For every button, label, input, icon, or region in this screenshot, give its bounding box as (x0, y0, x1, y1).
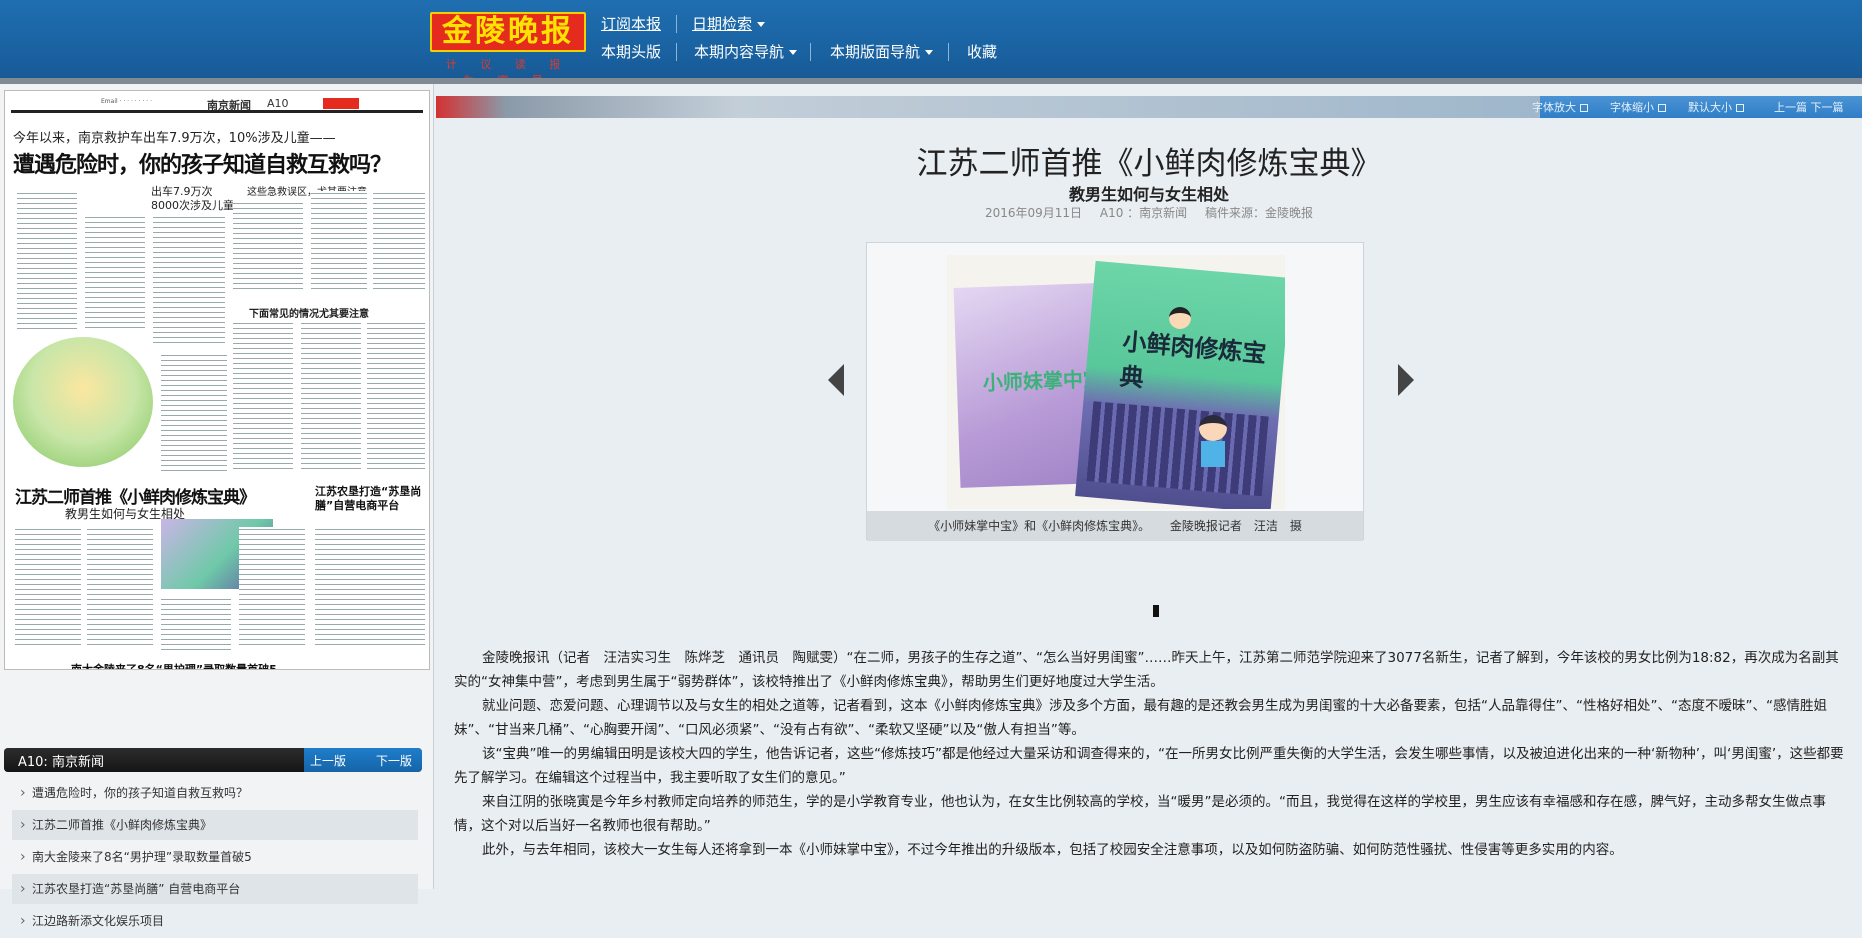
thumb-masthead-fineprint: Email · · · · · · · · · (101, 98, 152, 105)
thumb-column (233, 321, 293, 471)
thumb-subhead: 8000次涉及儿童 (151, 199, 234, 212)
logo-text: 金陵晚报 (430, 12, 586, 52)
font-smaller-button[interactable]: 字体缩小 (1610, 99, 1666, 115)
list-item[interactable]: 江苏二师首推《小鲜肉修炼宝典》 (12, 810, 418, 840)
article-paragraph: 此外，与去年相同，该校大一女生每人还将拿到一本《小师妹掌中宝》，不过今年推出的升… (482, 842, 1623, 858)
thumb-illustration (13, 337, 153, 467)
chevron-down-icon (925, 50, 934, 55)
nav-separator (676, 43, 677, 61)
article-paragraph: 金陵晚报讯（记者 汪洁实习生 陈烨芝 通讯员 陶赋雯）“在二师，男孩子的生存之道… (454, 650, 1839, 690)
article-body: 金陵晚报讯（记者 汪洁实习生 陈烨芝 通讯员 陶赋雯）“在二师，男孩子的生存之道… (454, 646, 1850, 862)
site-header: 金陵晚报 计 议 读 报 为 客 导 订阅本报 日期检索 本期头版 本期内容导航… (0, 0, 1862, 87)
thumb-logo (323, 98, 359, 109)
thumb-column (153, 215, 225, 345)
nav-separator (810, 43, 811, 61)
nav-date-search[interactable]: 日期检索 (692, 13, 766, 34)
cartoon-head (1169, 307, 1191, 329)
thumb-column (161, 353, 227, 473)
thumb-column (17, 191, 77, 331)
thumb-column (315, 527, 425, 647)
cartoon-boy (1195, 415, 1231, 469)
book-2-building (1086, 401, 1269, 497)
site-logo[interactable]: 金陵晚报 计 议 读 报 为 客 导 (430, 12, 586, 87)
article-source: 稿件来源：金陵晚报 (1205, 206, 1314, 220)
article-toolbar: 字体放大 字体缩小 默认大小 上一篇 下一篇 (436, 96, 1862, 118)
thumb-column (311, 191, 367, 291)
thumb-subhead: 下面常见的情况尤其要注意 (249, 309, 369, 320)
current-page-label: A10: 南京新闻 (18, 755, 104, 770)
nav-subscribe[interactable]: 订阅本报 (601, 13, 661, 34)
article-paragraph: 来自江阴的张晓寅是今年乡村教师定向培养的师范生，学的是小学教育专业，他也认为，在… (454, 794, 1826, 834)
thumb-headline: 遭遇危险时，你的孩子知道自救互救吗？ (13, 152, 392, 178)
article-paragraph: 就业问题、恋爱问题、心理调节以及与女生的相处之道等，记者看到，这本《小鲜肉修炼宝… (454, 698, 1827, 738)
chevron-down-icon (789, 50, 798, 55)
caption-credit: 金陵晚报记者 汪洁 摄 (1169, 519, 1302, 533)
reset-icon (1736, 104, 1744, 112)
thumb-column (367, 321, 425, 471)
minus-icon (1658, 104, 1666, 112)
thumb-column (161, 597, 231, 651)
thumb-kicker: 今年以来，南京救护车出车7.9万次，10%涉及儿童—— (13, 131, 336, 146)
list-item[interactable]: 南大金陵来了8名“男护理”录取数量首破5 (12, 842, 418, 872)
thumb-headline-3: 江苏农垦打造“苏垦尚膳”自营电商平台 (315, 485, 422, 512)
photo-prev-arrow-icon[interactable] (828, 364, 844, 396)
page-thumbnail[interactable]: Email · · · · · · · · · 南京新闻 A10 今年以来，南京… (4, 90, 430, 670)
photo-caption: 《小师妹掌中宝》和《小鲜肉修炼宝典》。 金陵晚报记者 汪洁 摄 (867, 511, 1363, 541)
thumb-column (87, 527, 153, 647)
left-panel: Email · · · · · · · · · 南京新闻 A10 今年以来，南京… (0, 84, 434, 936)
font-bigger-label: 字体放大 (1532, 101, 1576, 114)
article-prev-next[interactable]: 上一篇 下一篇 (1774, 99, 1844, 115)
nav-separator (948, 43, 949, 61)
photo-viewer: 小师妹掌中宝 小鲜肉修炼宝典 《小师妹掌中宝》和《小鲜肉修炼宝典》。 金陵晚报记… (866, 242, 1364, 541)
article-subtitle: 教男生如何与女生相处 (1068, 185, 1229, 204)
article-title: 江苏二师首推《小鲜肉修炼宝典》 (916, 146, 1382, 182)
nav-content-guide[interactable]: 本期内容导航 (694, 41, 798, 62)
nav-page-guide[interactable]: 本期版面导航 (830, 41, 934, 62)
thumb-column (233, 201, 303, 291)
nav-separator (676, 15, 677, 33)
photo-next-arrow-icon[interactable] (1398, 364, 1414, 396)
list-item[interactable]: 江苏农垦打造“苏垦尚膳” 自营电商平台 (12, 874, 418, 904)
article-page: A10 ：南京新闻 (1099, 206, 1188, 220)
nav-front-page[interactable]: 本期头版 (601, 41, 661, 62)
page-navigation-bar: A10: 南京新闻 上一版 下一版 (4, 748, 422, 772)
nav-content-guide-label: 本期内容导航 (694, 43, 785, 61)
font-smaller-label: 字体缩小 (1610, 101, 1654, 114)
article-list: 遭遇危险时，你的孩子知道自救互救吗？ 江苏二师首推《小鲜肉修炼宝典》 南大金陵来… (12, 778, 418, 938)
article-date: 2016年09月11日 (984, 206, 1083, 220)
thumb-column (15, 527, 81, 647)
article-photo[interactable]: 小师妹掌中宝 小鲜肉修炼宝典 (947, 255, 1285, 509)
nav-date-search-label: 日期检索 (692, 15, 753, 33)
book-2-title: 小鲜肉修炼宝典 (1118, 327, 1268, 393)
thumb-column (85, 215, 145, 331)
font-default-button[interactable]: 默认大小 (1688, 99, 1744, 115)
article-paragraph: 该“宝典”唯一的男编辑田明是该校大四的学生，他告诉记者，这些“修炼技巧”都是他经… (454, 746, 1844, 786)
font-default-label: 默认大小 (1688, 101, 1732, 114)
thumb-section: 南京新闻 (207, 99, 251, 112)
next-page-button[interactable]: 下一版 (376, 752, 412, 769)
thumb-column (373, 191, 425, 291)
photo-book-2: 小鲜肉修炼宝典 (1075, 260, 1285, 509)
prev-page-button[interactable]: 上一版 (310, 752, 346, 769)
article-meta: 2016年09月11日 A10 ：南京新闻 稿件来源：金陵晚报 (436, 204, 1862, 221)
list-item[interactable]: 江边路新添文化娱乐项目 (12, 906, 418, 936)
font-bigger-button[interactable]: 字体放大 (1532, 99, 1588, 115)
nav-favorite[interactable]: 收藏 (967, 41, 997, 62)
nav-page-guide-label: 本期版面导航 (830, 43, 921, 61)
thumb-column (239, 527, 305, 647)
thumb-column (301, 321, 361, 471)
thumb-masthead: Email · · · · · · · · · 南京新闻 A10 (11, 95, 423, 113)
list-item[interactable]: 遭遇危险时，你的孩子知道自救互救吗？ (12, 778, 418, 808)
plus-icon (1580, 104, 1588, 112)
chevron-down-icon (757, 22, 766, 27)
thumb-page: A10 (267, 97, 289, 110)
article-panel: 字体放大 字体缩小 默认大小 上一篇 下一篇 江苏二师首推《小鲜肉修炼宝典》 教… (436, 84, 1862, 889)
thumb-headline-4: 南大金陵来了8名“男护理”录取数量首破5 (71, 663, 277, 670)
photo-pager-dot[interactable] (1153, 605, 1159, 617)
caption-text: 《小师妹掌中宝》和《小鲜肉修炼宝典》。 (928, 519, 1151, 533)
